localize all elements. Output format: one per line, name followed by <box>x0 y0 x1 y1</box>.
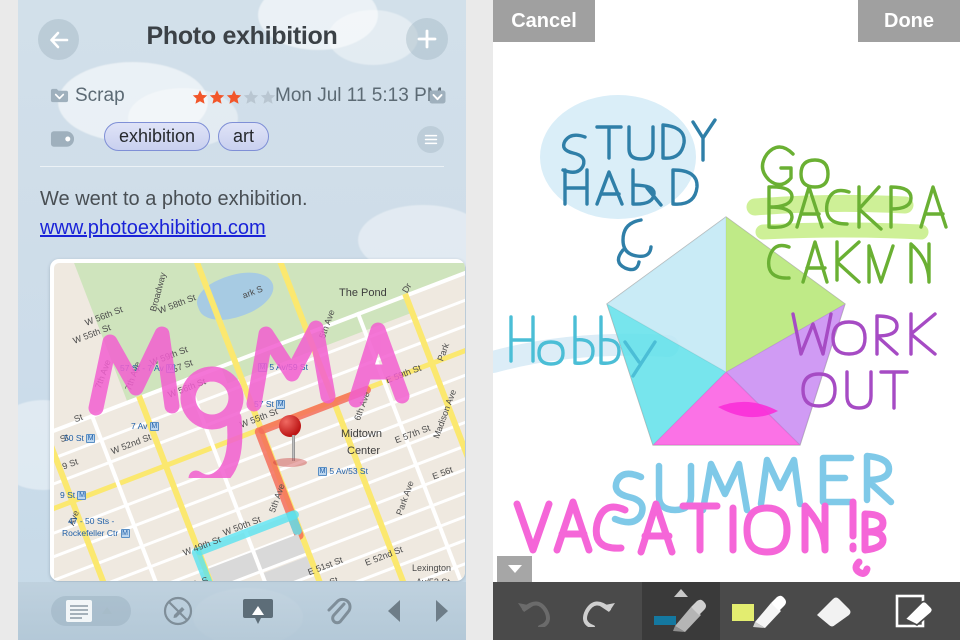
highlighter-tool[interactable] <box>720 582 798 640</box>
tag-icon <box>50 131 75 147</box>
clear-all-tool[interactable] <box>875 582 953 640</box>
eraser-tool[interactable] <box>798 582 868 640</box>
add-button[interactable] <box>406 18 448 60</box>
undo-button[interactable] <box>497 582 566 640</box>
caret-down-icon[interactable] <box>429 90 446 104</box>
map-label: Av/53 St <box>416 577 450 581</box>
done-button[interactable]: Done <box>858 0 960 42</box>
section-divider <box>40 166 444 167</box>
subway-badge-icon: M <box>258 363 267 373</box>
subway-stop-label: 57 St M <box>254 399 286 410</box>
canvas-strokes <box>493 95 948 577</box>
subway-badge-icon: M <box>120 529 130 539</box>
clear-canvas-icon <box>895 594 933 628</box>
note-detail-panel: Photo exhibition Scrap Mon Jul 11 5:13 P… <box>18 0 466 640</box>
triangle-left-icon <box>388 600 400 622</box>
undo-arrow-icon <box>517 601 550 627</box>
page-title: Photo exhibition <box>146 22 338 50</box>
subway-stop-label: Rockefeller Ctr M <box>62 528 130 539</box>
redo-arrow-icon <box>582 601 615 627</box>
star-rating[interactable] <box>192 89 276 105</box>
collapse-toolbar-button[interactable] <box>497 556 532 582</box>
speech-bubble-up-icon <box>243 599 273 624</box>
next-button[interactable] <box>418 582 466 640</box>
pen-tool[interactable] <box>642 582 720 640</box>
subway-badge-icon: M <box>149 422 159 432</box>
no-edit-button[interactable] <box>148 582 208 640</box>
prev-button[interactable] <box>370 582 418 640</box>
drawing-toolbar <box>493 582 960 640</box>
triangle-up-icon <box>674 589 688 597</box>
star-icon-empty <box>243 90 259 104</box>
pen-crossed-icon <box>163 596 193 626</box>
pen-icon <box>654 599 706 632</box>
triangle-right-icon <box>436 600 448 622</box>
map-label: The Pond <box>339 287 387 299</box>
subway-badge-icon: M <box>77 491 87 501</box>
note-meta-row: Scrap Mon Jul 11 5:13 PM <box>18 78 466 116</box>
map-canvas: The Pond W 58th St ark S Dr W 56th St W … <box>54 263 465 581</box>
subway-stop-label: 57 St - 7 Av M <box>120 363 176 374</box>
note-body-link[interactable]: www.photoexhibition.com <box>40 213 266 243</box>
paperclip-icon <box>327 597 352 625</box>
eraser-icon <box>817 597 851 627</box>
drawing-canvas[interactable] <box>493 42 960 582</box>
star-icon-empty <box>260 90 276 104</box>
map-attachment[interactable]: The Pond W 58th St ark S Dr W 56th St W … <box>50 259 465 581</box>
subway-stop-label: 7 Av M <box>131 421 159 432</box>
subway-stop-label: M 5 Av/59 St <box>258 362 308 373</box>
share-button[interactable] <box>228 582 288 640</box>
tag-row: exhibition art <box>18 116 466 164</box>
note-date[interactable]: Mon Jul 11 5:13 PM <box>275 85 443 107</box>
ink-go-backpacking <box>760 145 948 284</box>
subway-badge-icon: M <box>86 434 96 444</box>
map-label: Center <box>347 445 381 457</box>
pin-head-icon <box>279 415 301 437</box>
map-label: Lexington <box>412 563 452 573</box>
list-view-button[interactable] <box>48 582 134 640</box>
subway-stop-label: 47 - 50 Sts - <box>68 516 115 526</box>
subway-stop-label: 9 St M <box>60 490 87 501</box>
highlighter-color-swatch <box>732 604 754 621</box>
folder-name[interactable]: Scrap <box>75 85 125 107</box>
subway-stop-label: 50 St M <box>64 433 96 444</box>
plus-icon <box>417 29 437 49</box>
note-toolbar <box>18 582 466 640</box>
cancel-button[interactable]: Cancel <box>493 0 595 42</box>
star-icon-filled <box>192 90 208 104</box>
star-icon-filled <box>209 90 225 104</box>
document-list-icon <box>51 596 131 626</box>
subway-badge-icon: M <box>318 467 327 477</box>
star-icon-filled <box>226 90 242 104</box>
drawing-editor-panel: Cancel Done <box>493 0 960 640</box>
note-body: We went to a photo exhibition. www.photo… <box>40 185 450 243</box>
pen-color-swatch <box>654 616 676 625</box>
triangle-down-icon <box>507 565 522 573</box>
note-body-text: We went to a photo exhibition. <box>40 188 308 210</box>
map-label: Midtown <box>341 428 382 440</box>
subway-stop-label: M 5 Av/53 St <box>318 466 368 477</box>
folder-icon <box>50 88 69 103</box>
app-root: Photo exhibition Scrap Mon Jul 11 5:13 P… <box>0 0 960 640</box>
ink-vacation <box>513 498 887 577</box>
subway-badge-icon: M <box>166 364 176 374</box>
highlighter-icon <box>732 595 786 628</box>
tag-chip[interactable]: exhibition <box>104 122 211 151</box>
hamburger-menu-button[interactable] <box>417 126 444 153</box>
hamburger-menu-icon <box>424 134 437 145</box>
note-header: Photo exhibition <box>18 0 466 78</box>
subway-badge-icon: M <box>276 400 286 410</box>
editor-topbar: Cancel Done <box>493 0 960 42</box>
attach-button[interactable] <box>308 582 368 640</box>
tag-chip[interactable]: art <box>218 122 270 151</box>
pin-shadow <box>273 458 307 467</box>
map-pin <box>273 415 307 467</box>
redo-button[interactable] <box>566 582 635 640</box>
green-highlighter-stroke <box>755 222 929 240</box>
